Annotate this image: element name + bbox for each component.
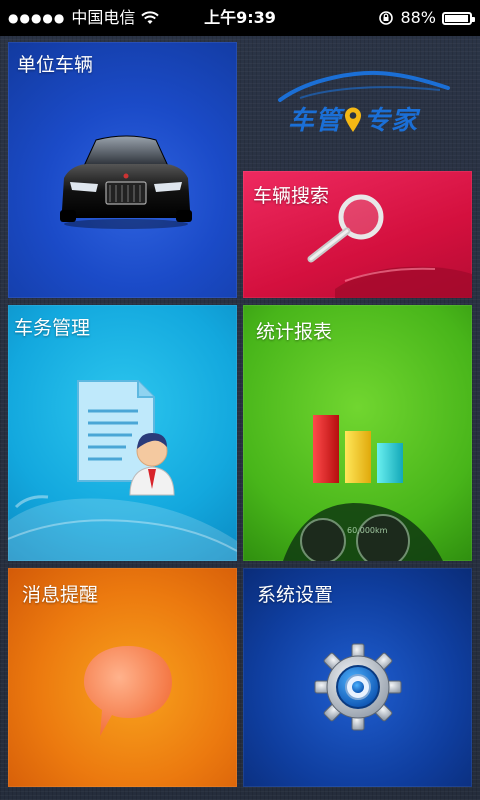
tile-label: 统计报表	[256, 321, 333, 343]
tile-label: 消息提醒	[22, 584, 99, 606]
dashboard-gauge-decoration: 60,000km	[283, 503, 443, 561]
location-pin-icon	[345, 107, 362, 132]
tile-settings[interactable]: 系统设置	[243, 568, 472, 787]
app-logo: 车管 专家	[270, 60, 460, 145]
logo-text: 车管 专家	[288, 106, 419, 136]
battery-fill	[445, 14, 468, 22]
tile-vehicle-affairs[interactable]: 车务管理	[8, 305, 237, 561]
status-bar: ●●●●● 中国电信 上午9:39 88%	[0, 0, 480, 36]
magnifier-icon	[307, 194, 384, 263]
battery-percentage: 88%	[400, 8, 436, 27]
tile-label: 系统设置	[257, 584, 334, 606]
document-person-icon	[77, 380, 175, 496]
battery-icon	[442, 11, 475, 25]
bar-chart-icon	[313, 415, 403, 483]
odometer-readout: 60,000km	[347, 526, 388, 535]
tile-messages[interactable]: 消息提醒	[8, 568, 237, 787]
tile-label: 车务管理	[14, 317, 91, 339]
speech-bubble-icon	[84, 646, 172, 736]
gear-icon	[314, 643, 402, 731]
rotation-lock-icon	[379, 11, 394, 25]
tile-unit-vehicles[interactable]: 单位车辆	[8, 42, 237, 298]
tile-statistics[interactable]: 统计报表 60,000km	[243, 305, 472, 561]
tile-vehicle-search[interactable]: 车辆搜索	[243, 171, 472, 298]
car-icon	[60, 135, 192, 229]
tile-label: 单位车辆	[17, 54, 94, 76]
